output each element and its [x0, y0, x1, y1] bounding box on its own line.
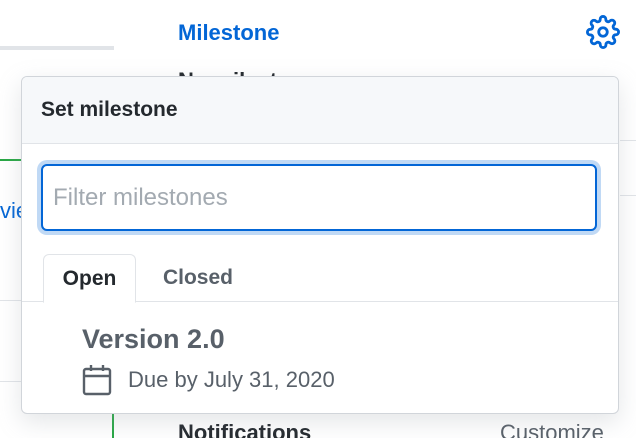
divider [0, 381, 22, 382]
milestone-item[interactable]: Version 2.0 Due by July 31, 2020 [22, 315, 618, 405]
divider [0, 300, 22, 301]
set-milestone-popover: Set milestone Open Closed Version 2.0 Du… [21, 76, 619, 414]
timeline-green-line [112, 412, 114, 438]
timeline-green-line [0, 159, 22, 161]
milestone-due-row: Due by July 31, 2020 [82, 363, 335, 397]
sidebar-milestone-heading[interactable]: Milestone [178, 20, 279, 46]
popover-header: Set milestone [22, 77, 618, 144]
tab-underline [0, 46, 114, 50]
popover-title: Set milestone [41, 98, 178, 121]
divider [620, 195, 636, 196]
divider [620, 140, 636, 141]
filter-milestones-input[interactable] [41, 164, 597, 231]
tab-open[interactable]: Open [43, 254, 136, 303]
milestone-title: Version 2.0 [82, 324, 225, 354]
milestone-tabs: Open Closed [22, 254, 618, 303]
customize-link[interactable]: Customize [500, 420, 604, 438]
tab-closed[interactable]: Closed [148, 254, 248, 302]
calendar-icon [82, 364, 112, 396]
gear-icon[interactable] [586, 15, 620, 49]
notifications-heading: Notifications [178, 420, 312, 438]
milestone-due-date: Due by July 31, 2020 [128, 367, 335, 392]
